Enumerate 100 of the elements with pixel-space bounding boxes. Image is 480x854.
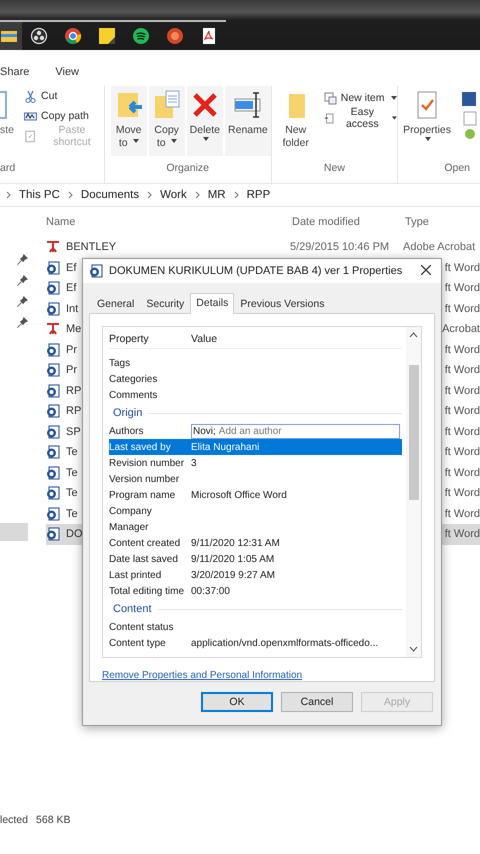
caret-icon xyxy=(425,137,432,141)
chevron-icon xyxy=(234,191,239,199)
scroll-thumb[interactable] xyxy=(408,365,418,500)
file-name[interactable]: SP xyxy=(66,426,81,438)
new-item-icon xyxy=(324,92,337,104)
dialog-tab[interactable]: Security xyxy=(140,294,190,313)
file-date: 5/29/2015 10:46 PM xyxy=(290,241,390,254)
file-type: ft Word xyxy=(444,426,480,438)
breadcrumb[interactable]: Work xyxy=(160,189,187,201)
group-heading: Origin xyxy=(113,407,142,419)
column-header[interactable]: Property xyxy=(109,333,149,345)
file-name[interactable]: Te xyxy=(66,446,78,458)
powerpoint-icon xyxy=(166,27,184,45)
dialog-tab[interactable]: General xyxy=(91,294,140,313)
property-row[interactable]: Program name Microsoft Office Word xyxy=(109,487,402,503)
word-file-icon xyxy=(46,260,60,275)
cut-button[interactable]: Cut xyxy=(24,86,104,106)
property-row[interactable]: Date last saved 9/11/2020 1:05 AM xyxy=(109,551,402,567)
ribbon-tab[interactable]: Share xyxy=(0,66,30,78)
property-row[interactable]: Total editing time 00:37:00 xyxy=(109,583,402,599)
obs-icon xyxy=(30,27,48,45)
ribbon-tab[interactable]: View xyxy=(55,66,80,78)
word-file-icon xyxy=(46,363,60,378)
column-header[interactable]: Value xyxy=(191,333,218,345)
group-label: Open xyxy=(444,162,470,174)
taskbar-app[interactable] xyxy=(0,20,22,50)
new-folder-button[interactable]: New folder xyxy=(278,86,314,156)
file-name[interactable]: RP xyxy=(66,405,82,418)
file-type: Adobe Acrobat xyxy=(403,241,476,254)
file-name[interactable]: DO xyxy=(66,528,82,540)
property-row[interactable]: Last printed 3/20/2019 9:27 AM xyxy=(109,567,402,583)
property-row[interactable]: Content created 9/11/2020 12:31 AM xyxy=(109,535,402,551)
caret-icon xyxy=(170,139,177,144)
word-file-icon xyxy=(46,466,60,480)
chrome-icon xyxy=(64,27,82,45)
authors-field[interactable]: Novi; Add an author xyxy=(191,424,400,438)
word-file-icon xyxy=(46,506,60,521)
close-icon xyxy=(421,265,431,275)
property-row[interactable]: Content type application/vnd.openxmlformats-officedo... xyxy=(109,635,402,651)
dialog-button[interactable]: OK xyxy=(201,692,273,712)
file-name[interactable]: Te xyxy=(66,487,78,500)
spotify-icon xyxy=(132,27,150,45)
properties-button[interactable]: Properties xyxy=(400,86,454,156)
pdf-file-icon xyxy=(46,322,60,336)
breadcrumb[interactable]: MR xyxy=(208,189,226,201)
file-name[interactable]: Te xyxy=(66,466,78,479)
dialog-tab[interactable]: Previous Versions xyxy=(234,294,330,313)
easy-access-button[interactable]: Easy access xyxy=(324,108,398,128)
property-row[interactable]: Manager xyxy=(109,519,402,535)
file-type: ft Word xyxy=(444,446,480,458)
property-row[interactable]: Version number xyxy=(109,471,402,487)
file-name[interactable]: Me xyxy=(66,323,82,336)
rename-button[interactable]: Rename xyxy=(225,86,271,156)
word-file-icon xyxy=(46,527,60,542)
file-name[interactable]: Ef xyxy=(66,282,76,294)
easy-access-icon xyxy=(324,112,334,124)
dialog-tab[interactable]: Details xyxy=(190,293,234,314)
property-row[interactable]: Comments xyxy=(109,387,402,403)
breadcrumb[interactable]: Documents xyxy=(80,189,140,201)
scrollbar[interactable] xyxy=(406,327,421,657)
move-button[interactable]: Move to xyxy=(110,86,147,156)
file-name[interactable]: BENTLEY xyxy=(66,241,116,254)
column-header[interactable]: Date modified xyxy=(292,216,360,228)
copy-path-button[interactable]: Copy path xyxy=(24,106,104,126)
property-row[interactable]: Revision number 3 xyxy=(109,455,402,471)
caret-icon xyxy=(202,137,209,141)
breadcrumb[interactable]: This PC xyxy=(19,189,60,201)
property-row[interactable]: Content status xyxy=(109,619,402,635)
property-row[interactable]: Categories xyxy=(109,371,402,387)
property-row[interactable]: Last saved by Elita Nugrahani xyxy=(109,439,402,455)
paste-label[interactable]: ste xyxy=(0,124,14,136)
file-type: ft Word xyxy=(444,384,480,397)
file-name[interactable]: RP xyxy=(66,384,82,397)
file-name[interactable]: Pr xyxy=(66,364,77,376)
author-input[interactable]: Add an author xyxy=(216,426,359,436)
file-type: ft Word xyxy=(444,364,480,376)
file-type: ft Word xyxy=(444,344,480,356)
remove-properties-link[interactable]: Remove Properties and Personal Information xyxy=(102,670,302,681)
column-header[interactable]: Name xyxy=(46,216,76,228)
caret-icon xyxy=(390,96,396,100)
file-name[interactable]: Ef xyxy=(66,262,76,274)
cut-icon xyxy=(24,90,38,102)
new-item-button[interactable]: New item xyxy=(324,88,398,108)
file-name[interactable]: Pr xyxy=(66,344,77,356)
file-type: ft Word xyxy=(444,528,480,540)
file-type: Acrobat xyxy=(442,323,480,336)
column-header[interactable]: Type xyxy=(405,216,429,228)
dialog-button[interactable]: Cancel xyxy=(281,692,353,712)
delete-button[interactable]: Delete xyxy=(186,86,224,156)
file-name[interactable]: Te xyxy=(66,508,78,520)
caret-icon xyxy=(392,116,398,120)
chevron-icon xyxy=(6,191,11,199)
breadcrumb[interactable]: RPP xyxy=(246,189,270,201)
file-name[interactable]: Int xyxy=(66,302,78,315)
property-row[interactable]: Company xyxy=(109,503,402,519)
status-size: 568 KB xyxy=(36,814,70,826)
file-type: ft Word xyxy=(444,466,480,479)
group-heading: Content xyxy=(113,603,152,615)
copy-button[interactable]: Copy to xyxy=(148,86,185,156)
property-row[interactable]: Tags xyxy=(109,355,402,371)
